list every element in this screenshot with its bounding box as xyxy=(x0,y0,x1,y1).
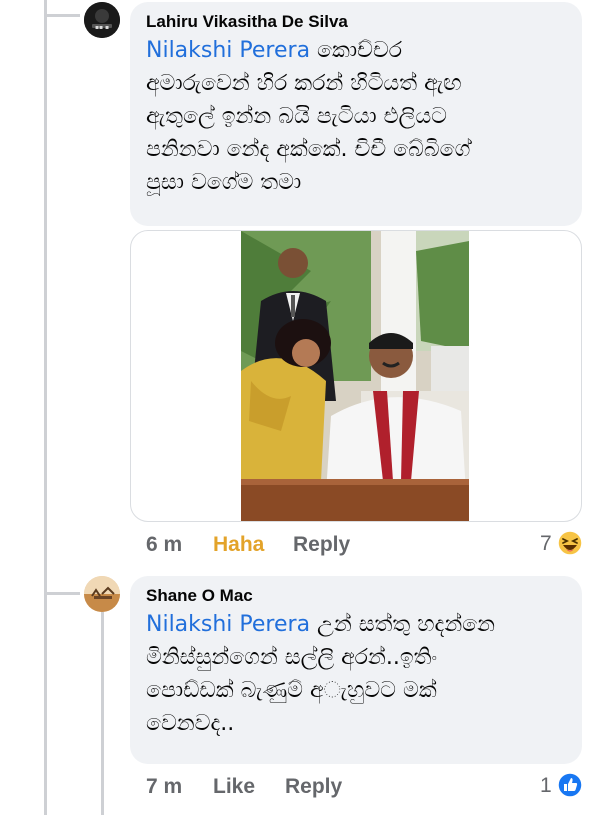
reaction-summary[interactable]: 1 xyxy=(540,772,586,800)
photo-image xyxy=(241,231,469,521)
mention-link[interactable]: Nilakshi Perera xyxy=(146,38,310,63)
svg-text:▪▪ ▪: ▪▪ ▪ xyxy=(95,24,109,31)
comment-line: පූසා වගේම තමා xyxy=(146,170,302,195)
reply-button[interactable]: Reply xyxy=(293,533,350,557)
reply-button[interactable]: Reply xyxy=(285,775,342,799)
avatar[interactable]: ▪▪ ▪ xyxy=(84,2,120,38)
avatar-image: ▪▪ ▪ xyxy=(84,2,120,38)
comment-actions: 7 m Like Reply xyxy=(146,775,446,801)
comment-actions: 6 m Haha Reply xyxy=(146,533,446,559)
reaction-count: 1 xyxy=(540,774,552,797)
comment-line: උන් සත්තු හදන්නෙ xyxy=(310,612,496,637)
thread-line xyxy=(44,0,47,815)
comment-line: මිනිස්සුන්ගෙන් සල්ලි අරන්..ඉතිං xyxy=(146,645,438,670)
comment-bubble: Shane O Mac Nilakshi Perera උන් සත්තු හද… xyxy=(130,576,582,764)
comment-line: අමාරුවෙන් හිර කරන් හිටියත් ඇඟ xyxy=(146,71,462,96)
reaction-summary[interactable]: 7 xyxy=(540,530,586,558)
comment-timestamp[interactable]: 7 m xyxy=(146,775,182,799)
comment-author[interactable]: Shane O Mac xyxy=(146,586,568,606)
reply-thread-line xyxy=(101,612,104,815)
comment-author[interactable]: Lahiru Vikasitha De Silva xyxy=(146,12,568,32)
comment-timestamp[interactable]: 6 m xyxy=(146,533,182,557)
comment-line: පනිනවා නේද අක්කේ. චිචී බේබිගේ xyxy=(146,137,471,162)
comment-bubble: Lahiru Vikasitha De Silva Nilakshi Perer… xyxy=(130,2,582,226)
comment-text: Nilakshi Perera කොච්චර අමාරුවෙන් හිර කරන… xyxy=(146,34,568,199)
mention-link[interactable]: Nilakshi Perera xyxy=(146,612,310,637)
comment-line: කොච්චර xyxy=(310,38,403,63)
comment-line: වෙනවද.. xyxy=(146,711,235,736)
like-button[interactable]: Like xyxy=(213,775,255,799)
reply-connector xyxy=(44,14,80,17)
haha-reaction-button[interactable]: Haha xyxy=(213,533,264,557)
like-thumb-icon xyxy=(557,772,583,798)
haha-emoji-icon xyxy=(557,530,583,556)
comment-photo-attachment[interactable] xyxy=(130,230,582,522)
reaction-count: 7 xyxy=(540,532,552,555)
comment-line: පොඩ්ඩක් බැණුම් අැහුවට මක් xyxy=(146,678,437,703)
avatar[interactable] xyxy=(84,576,120,612)
comment-text: Nilakshi Perera උන් සත්තු හදන්නෙ මිනිස්ස… xyxy=(146,608,568,740)
reply-connector xyxy=(44,592,80,595)
comment-line: ඇතුලේ ඉන්න බයි පැටියා එලියට xyxy=(146,104,447,129)
avatar-image xyxy=(84,576,120,612)
